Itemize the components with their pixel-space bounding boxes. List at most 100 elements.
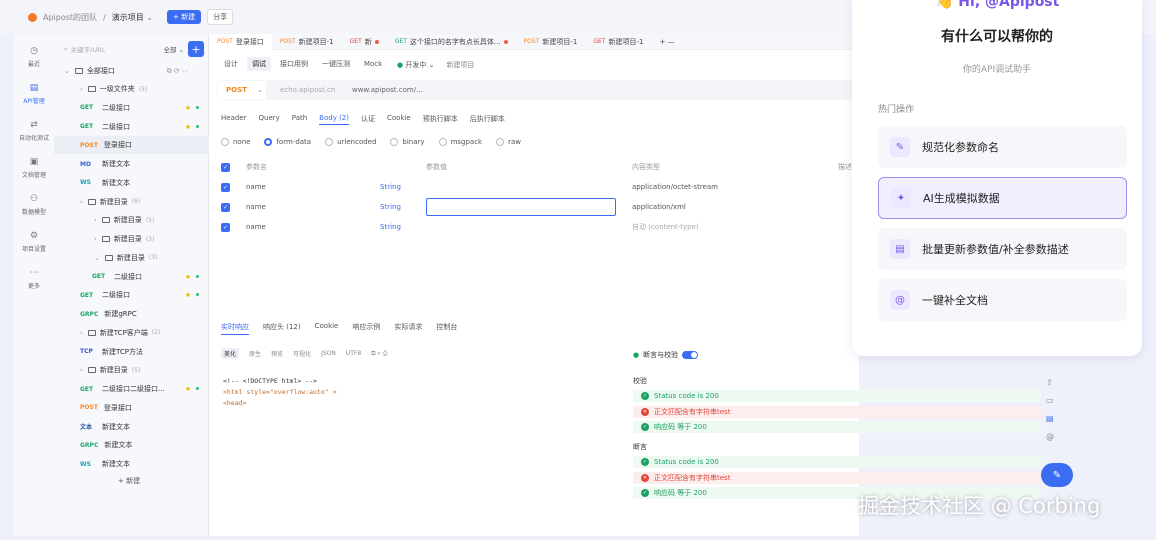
body-type-radio[interactable]: raw (496, 138, 521, 146)
param-tab[interactable]: Body (2) (319, 114, 349, 125)
tree-api-item[interactable]: POST 登录接口 (54, 136, 209, 155)
new-item-link[interactable]: 新建项目 (446, 60, 474, 70)
tree-api-item[interactable]: GRPC 新建gRPC (54, 305, 209, 323)
hot-op-button[interactable]: ✎ 规范化参数命名 (878, 126, 1127, 168)
tree-api-item[interactable]: GET 二级接口 ★ (54, 268, 209, 286)
response-tab[interactable]: 控制台 (436, 322, 457, 335)
param-type-select[interactable]: String (380, 183, 426, 191)
tree-root[interactable]: ⌄ 全部接口 ⧉ ⟳ ⋯ (54, 62, 209, 80)
body-type-radio[interactable]: urlencoded (325, 138, 376, 146)
format-option[interactable]: 可视化 (293, 349, 311, 358)
request-tab[interactable]: POST 新建项目-1 (516, 34, 586, 50)
request-tab[interactable]: POST 登录接口 (209, 33, 272, 50)
format-option[interactable]: 美化 (221, 348, 240, 359)
hot-op-button[interactable]: ✦ AI生成模拟数据 (878, 177, 1127, 219)
format-option[interactable]: JSON (321, 350, 336, 357)
filter-select[interactable]: 全部 ⌄ (163, 44, 184, 54)
hot-op-button[interactable]: ▤ 批量更新参数值/补全参数描述 (878, 228, 1127, 270)
mode-tab[interactable]: 调试 (247, 57, 271, 71)
star-icon[interactable]: ★ (185, 291, 191, 299)
share-icon[interactable]: ⇪ (1046, 378, 1054, 387)
param-type-select[interactable]: String (380, 203, 426, 211)
content-type-field[interactable]: 自动 (content-type) (632, 222, 699, 232)
tree-api-item[interactable]: GET 二级接口 ★ (54, 118, 209, 136)
param-checkbox[interactable]: ✓ (221, 222, 230, 232)
new-button[interactable]: + 新建 (167, 10, 202, 24)
content-type-field[interactable]: application/octet-stream (632, 183, 718, 191)
tree-api-item[interactable]: GET 二级接口二级接口... ★ (54, 380, 209, 398)
param-tab[interactable]: Header (221, 114, 247, 125)
mode-tab[interactable]: 接口用例 (275, 57, 313, 71)
param-value-input[interactable] (426, 178, 616, 196)
mode-tab[interactable]: 设计 (219, 57, 243, 71)
method-select[interactable]: POST ⌄ (218, 81, 266, 99)
param-tab[interactable]: 预执行脚本 (423, 114, 458, 125)
body-type-radio[interactable]: form-data (264, 138, 311, 146)
tree-folder[interactable]: › 新建目录 (3) (54, 230, 209, 248)
format-option[interactable]: UTF8 (346, 350, 361, 357)
mode-tab[interactable]: 一键压测 (317, 57, 355, 71)
response-tab[interactable]: 响应头 (12) (263, 322, 301, 335)
tree-api-item[interactable]: TCP 新建TCP方法 (54, 343, 209, 361)
body-type-radio[interactable]: binary (390, 138, 425, 146)
search-input[interactable]: ⌕ 关键字/URL (64, 41, 159, 57)
request-tab[interactable]: GET 这个接口的名字有点长具体... (387, 34, 516, 50)
tree-api-item[interactable]: 文本 新建文本 (54, 418, 209, 436)
rail-flow[interactable]: ⇄ 自动化测试 (14, 112, 54, 149)
tree-api-item[interactable]: GRPC 新建文本 (54, 436, 209, 454)
param-tab[interactable]: 后执行脚本 (470, 114, 505, 125)
tree-api-item[interactable]: WS 新建文本 (54, 455, 209, 473)
body-type-radio[interactable]: msgpack (438, 138, 482, 146)
save-icon[interactable]: ▭ (1046, 396, 1054, 405)
format-option[interactable]: 预览 (271, 349, 283, 358)
rail-model[interactable]: ⚇ 数据模型 (14, 186, 54, 223)
param-checkbox[interactable]: ✓ (221, 202, 230, 212)
body-type-radio[interactable]: none (221, 138, 250, 146)
star-icon[interactable]: ★ (185, 385, 191, 393)
param-tab[interactable]: Path (292, 114, 307, 125)
request-tab[interactable]: GET 新建项目-1 (585, 34, 651, 50)
tree-api-item[interactable]: MD 新建文本 (54, 155, 209, 173)
tree-folder[interactable]: › 新建目录 (6) (54, 193, 209, 211)
response-tab[interactable]: Cookie (315, 322, 339, 335)
tree-tools-icon[interactable]: ⧉ ⟳ ⋯ (167, 67, 189, 76)
request-tab[interactable]: GET 新 (342, 34, 387, 50)
response-tab[interactable]: 实时响应 (221, 322, 249, 335)
copy-icon[interactable]: ⧉ ⌕ ⎙ (371, 350, 387, 358)
format-option[interactable]: 原生 (249, 349, 261, 358)
team-name[interactable]: Apipost的团队 (43, 12, 97, 23)
add-api-button[interactable]: + (188, 41, 204, 57)
hot-op-button[interactable]: @ 一键补全文档 (878, 279, 1127, 321)
tree-new-button[interactable]: + 新建 (54, 472, 209, 490)
response-tab[interactable]: 实际请求 (394, 322, 422, 335)
add-tab-button[interactable]: + — (651, 34, 682, 50)
host-field[interactable]: echo.apipost.cn (280, 86, 352, 94)
param-checkbox[interactable]: ✓ (221, 182, 230, 192)
content-type-field[interactable]: application/xml (632, 203, 686, 211)
request-tab[interactable]: POST 新建项目-1 (272, 34, 342, 50)
tree-folder[interactable]: › 新建TCP客户端 (2) (54, 324, 209, 342)
assert-toggle[interactable] (682, 351, 699, 359)
rail-doc[interactable]: ▣ 文档管理 (14, 149, 54, 186)
param-name[interactable]: name (246, 203, 380, 211)
tree-folder[interactable]: › 一级文件夹 (5) (54, 80, 209, 98)
rail-more[interactable]: ⋯ 更多 (14, 260, 54, 297)
param-tab[interactable]: Cookie (387, 114, 411, 125)
star-icon[interactable]: ★ (185, 104, 191, 112)
param-name[interactable]: name (246, 223, 380, 231)
mode-tab[interactable]: Mock (359, 58, 387, 70)
tree-folder[interactable]: ⌄ 新建目录 (3) (54, 249, 209, 267)
param-type-select[interactable]: String (380, 223, 426, 231)
ai-assistant-button[interactable]: ✎ (1041, 463, 1073, 487)
url-input[interactable]: www.apipost.com/... (352, 86, 423, 94)
star-icon[interactable]: ★ (185, 273, 191, 281)
param-value-input[interactable] (426, 218, 616, 236)
at-icon[interactable]: @ (1046, 432, 1054, 441)
response-tab[interactable]: 响应示例 (352, 322, 380, 335)
tree-api-item[interactable]: WS 新建文本 (54, 174, 209, 192)
rail-api[interactable]: ▤ API管理 (14, 75, 54, 112)
tree-api-item[interactable]: GET 二级接口 ★ (54, 286, 209, 304)
param-tab[interactable]: Query (259, 114, 280, 125)
param-name[interactable]: name (246, 183, 380, 191)
project-name[interactable]: 演示项目 ⌄ (112, 12, 153, 23)
